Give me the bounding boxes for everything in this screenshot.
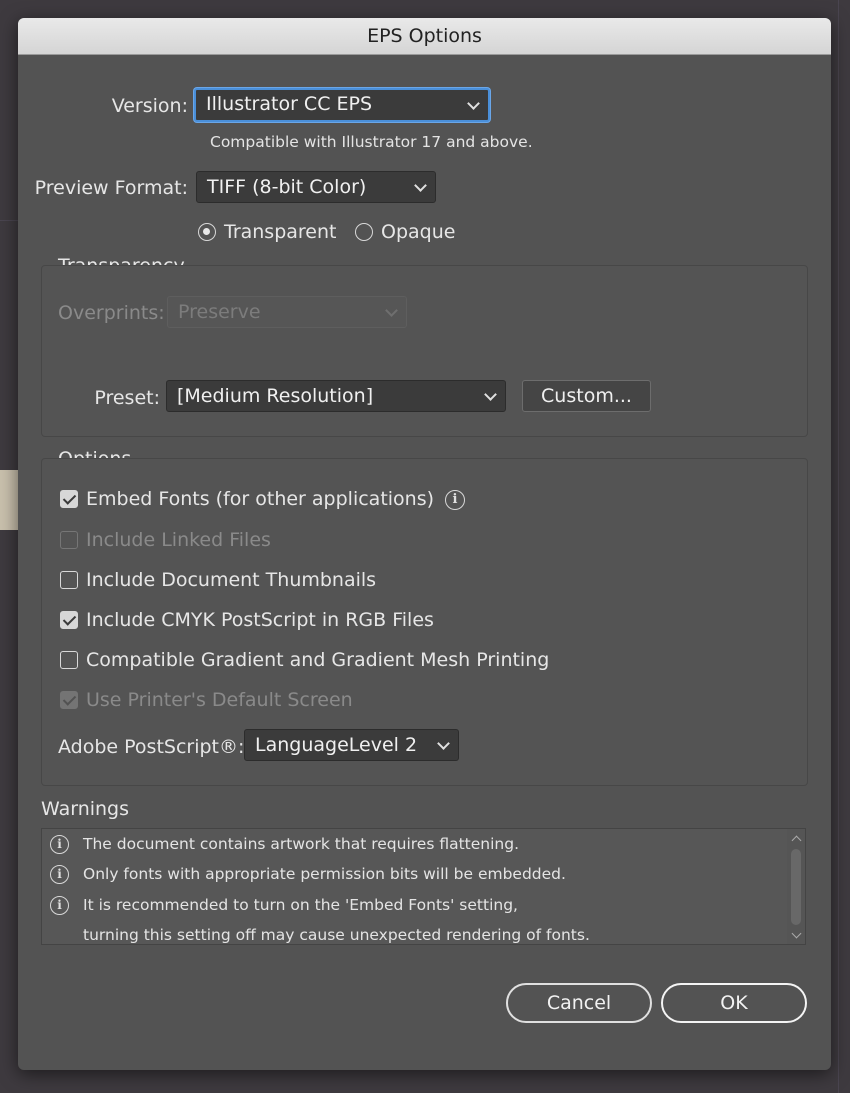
preview-format-value: TIFF (8-bit Color) bbox=[207, 176, 367, 198]
preset-select[interactable]: [Medium Resolution] bbox=[166, 380, 506, 412]
info-icon: i bbox=[50, 896, 69, 915]
include-thumbnails-label[interactable]: Include Document Thumbnails bbox=[86, 569, 376, 591]
warnings-heading: Warnings bbox=[41, 798, 130, 820]
info-icon: i bbox=[50, 865, 69, 884]
preset-value: [Medium Resolution] bbox=[177, 385, 374, 407]
dialog-title: EPS Options bbox=[18, 18, 831, 55]
warning-item: Only fonts with appropriate permission b… bbox=[83, 865, 566, 883]
version-value: Illustrator CC EPS bbox=[206, 93, 373, 115]
chevron-down-icon bbox=[385, 304, 398, 317]
backdrop-artwork bbox=[0, 470, 18, 530]
version-compat-note: Compatible with Illustrator 17 and above… bbox=[210, 133, 533, 151]
preset-label: Preset: bbox=[94, 387, 160, 409]
compatible-gradient-label[interactable]: Compatible Gradient and Gradient Mesh Pr… bbox=[86, 649, 549, 671]
warnings-list[interactable]: i The document contains artwork that req… bbox=[41, 828, 806, 945]
warning-item: It is recommended to turn on the 'Embed … bbox=[83, 896, 518, 914]
printer-default-screen-checkbox bbox=[60, 691, 78, 709]
include-linked-files-label: Include Linked Files bbox=[86, 529, 271, 551]
chevron-down-icon bbox=[467, 97, 480, 110]
preview-format-label: Preview Format: bbox=[34, 177, 188, 199]
scroll-thumb[interactable] bbox=[791, 849, 801, 925]
overprints-select: Preserve bbox=[167, 296, 407, 328]
backdrop-line bbox=[0, 220, 18, 221]
ok-button[interactable]: OK bbox=[661, 983, 807, 1023]
version-select[interactable]: Illustrator CC EPS bbox=[194, 88, 490, 122]
eps-options-dialog: EPS Options Version: Illustrator CC EPS … bbox=[18, 18, 831, 1070]
embed-fonts-checkbox[interactable] bbox=[60, 490, 78, 508]
preview-format-select[interactable]: TIFF (8-bit Color) bbox=[196, 171, 436, 203]
embed-fonts-label[interactable]: Embed Fonts (for other applications) bbox=[86, 488, 434, 510]
transparent-radio-label[interactable]: Transparent bbox=[224, 221, 337, 243]
warnings-scrollbar[interactable] bbox=[787, 829, 805, 944]
overprints-value: Preserve bbox=[178, 301, 261, 323]
overprints-label: Overprints: bbox=[58, 302, 165, 324]
warning-item-continued: turning this setting off may cause unexp… bbox=[83, 926, 590, 944]
info-icon[interactable]: i bbox=[445, 490, 465, 510]
postscript-level-select[interactable]: LanguageLevel 2 bbox=[244, 729, 459, 761]
postscript-label: Adobe PostScript®: bbox=[58, 736, 245, 758]
chevron-down-icon bbox=[484, 388, 497, 401]
opaque-radio[interactable] bbox=[355, 223, 373, 241]
version-label: Version: bbox=[111, 95, 188, 117]
warning-item: The document contains artwork that requi… bbox=[83, 835, 519, 853]
cancel-button[interactable]: Cancel bbox=[506, 983, 652, 1023]
scroll-up-arrow-icon[interactable] bbox=[791, 835, 802, 846]
printer-default-screen-label: Use Printer's Default Screen bbox=[86, 689, 353, 711]
backdrop-line bbox=[838, 0, 839, 1093]
include-cmyk-label[interactable]: Include CMYK PostScript in RGB Files bbox=[86, 609, 434, 631]
include-linked-files-checkbox bbox=[60, 531, 78, 549]
scroll-down-arrow-icon[interactable] bbox=[791, 928, 802, 939]
opaque-radio-label[interactable]: Opaque bbox=[381, 221, 455, 243]
include-cmyk-checkbox[interactable] bbox=[60, 611, 78, 629]
transparent-radio[interactable] bbox=[198, 223, 216, 241]
info-icon: i bbox=[50, 835, 69, 854]
chevron-down-icon bbox=[414, 179, 427, 192]
include-thumbnails-checkbox[interactable] bbox=[60, 571, 78, 589]
compatible-gradient-checkbox[interactable] bbox=[60, 651, 78, 669]
chevron-down-icon bbox=[437, 737, 450, 750]
postscript-level-value: LanguageLevel 2 bbox=[255, 734, 418, 756]
custom-button[interactable]: Custom... bbox=[522, 380, 651, 412]
